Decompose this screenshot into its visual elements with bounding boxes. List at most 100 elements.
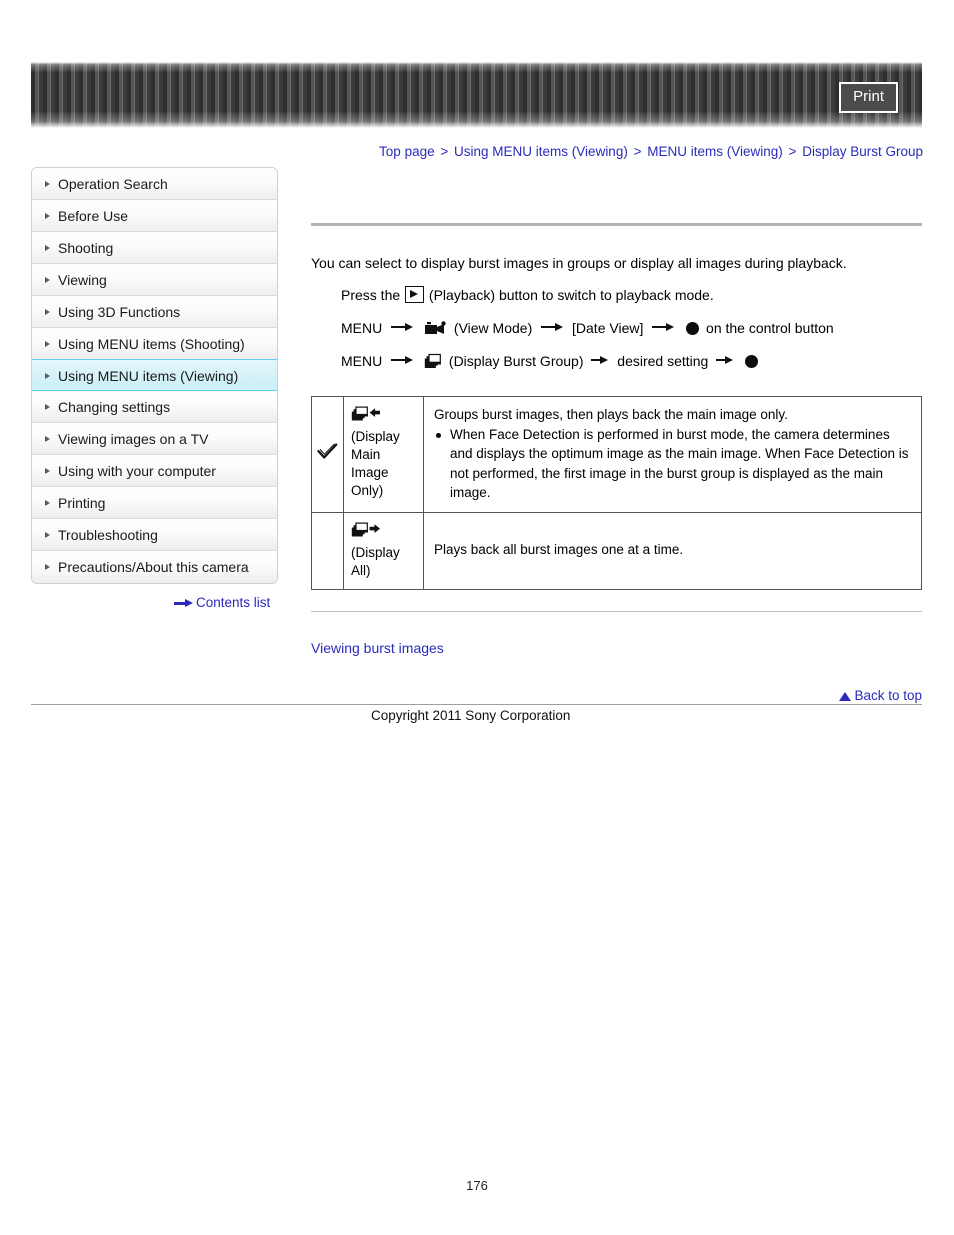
checkmark-icon bbox=[317, 443, 338, 460]
sidebar-item-using-menu-items-viewing[interactable]: Using MENU items (Viewing) bbox=[32, 359, 277, 391]
related-link-viewing-burst-images[interactable]: Viewing burst images bbox=[311, 638, 444, 658]
default-setting-cell bbox=[311, 396, 344, 513]
display-all-icon bbox=[351, 521, 418, 540]
intro-paragraph: You can select to display burst images i… bbox=[311, 255, 847, 271]
breadcrumb-separator: > bbox=[633, 144, 642, 159]
sidebar-item-label: Precautions/About this camera bbox=[58, 559, 249, 575]
control-button-text: on the control button bbox=[706, 320, 834, 336]
sidebar-item-using-with-your-computer[interactable]: Using with your computer bbox=[32, 455, 277, 487]
step-view-mode: MENU (View Mode) [Date View] on the cont… bbox=[341, 317, 922, 339]
sidebar-item-label: Shooting bbox=[58, 240, 114, 256]
triangle-up-icon bbox=[839, 692, 852, 701]
step1-prefix-text: Press the bbox=[341, 287, 401, 303]
sidebar-item-label: Using with your computer bbox=[58, 463, 216, 479]
sidebar-item-label: Before Use bbox=[58, 208, 129, 224]
triangle-bullet-icon bbox=[45, 564, 50, 570]
playback-icon bbox=[405, 286, 425, 303]
date-view-label: [Date View] bbox=[572, 320, 644, 336]
header-stripe-pattern bbox=[31, 62, 922, 128]
arrow-right-icon bbox=[716, 355, 734, 364]
display-main-image-only-icon bbox=[351, 405, 418, 424]
menu-label: MENU bbox=[341, 353, 383, 369]
sidebar-item-label: Operation Search bbox=[58, 176, 168, 192]
setting-notes-list: When Face Detection is performed in burs… bbox=[434, 425, 911, 503]
sidebar-item-viewing[interactable]: Viewing bbox=[32, 264, 277, 296]
sidebar-item-changing-settings[interactable]: Changing settings bbox=[32, 391, 277, 423]
sidebar-item-label: Using MENU items (Viewing) bbox=[58, 368, 239, 384]
display-burst-group-label: (Display Burst Group) bbox=[448, 353, 584, 369]
main-content: You can select to display burst images i… bbox=[311, 223, 922, 590]
setting-label: (Display All) bbox=[351, 544, 400, 578]
setting-description-cell: Plays back all burst images one at a tim… bbox=[423, 511, 922, 590]
triangle-bullet-icon bbox=[45, 436, 50, 442]
sidebar-item-label: Viewing images on a TV bbox=[58, 431, 209, 447]
content-bottom-divider bbox=[311, 611, 922, 612]
triangle-bullet-icon bbox=[45, 245, 50, 251]
sidebar-item-printing[interactable]: Printing bbox=[32, 487, 277, 519]
triangle-bullet-icon bbox=[45, 373, 50, 379]
breadcrumb: Top page > Using MENU items (Viewing) > … bbox=[357, 143, 923, 161]
arrow-right-icon bbox=[652, 322, 675, 331]
contents-list-label: Contents list bbox=[196, 595, 271, 610]
content-top-divider bbox=[311, 223, 922, 226]
copyright-text: Copyright 2011 Sony Corporation bbox=[371, 708, 571, 723]
triangle-bullet-icon bbox=[45, 309, 50, 315]
sidebar-item-shooting[interactable]: Shooting bbox=[32, 232, 277, 264]
sidebar-item-troubleshooting[interactable]: Troubleshooting bbox=[32, 519, 277, 551]
sidebar-item-viewing-images-on-a-tv[interactable]: Viewing images on a TV bbox=[32, 423, 277, 455]
breadcrumb-item-using-menu-items-viewing[interactable]: Using MENU items (Viewing) bbox=[454, 144, 628, 159]
sidebar-item-label: Printing bbox=[58, 495, 106, 511]
sidebar-item-precautions-about-this-camera[interactable]: Precautions/About this camera bbox=[32, 551, 277, 583]
sidebar-item-before-use[interactable]: Before Use bbox=[32, 200, 277, 232]
header-banner: Print bbox=[31, 62, 922, 128]
arrow-right-icon bbox=[174, 599, 193, 608]
setting-description: Plays back all burst images one at a tim… bbox=[434, 542, 684, 558]
step-display-burst-group: MENU (Display Burst Group) desired setti… bbox=[341, 350, 922, 372]
center-button-icon bbox=[686, 322, 700, 335]
triangle-bullet-icon bbox=[45, 532, 50, 538]
step1-suffix-text: (Playback) button to switch to playback … bbox=[428, 287, 714, 303]
sidebar-item-label: Viewing bbox=[58, 272, 107, 288]
triangle-bullet-icon bbox=[45, 500, 50, 506]
default-setting-cell bbox=[311, 511, 344, 590]
page-number: 176 bbox=[466, 1178, 488, 1193]
setting-label-cell: (Display All) bbox=[343, 511, 424, 590]
list-item: When Face Detection is performed in burs… bbox=[434, 425, 911, 503]
menu-label: MENU bbox=[341, 320, 383, 336]
sidebar-item-label: Troubleshooting bbox=[58, 527, 158, 543]
breadcrumb-item-display-burst-group[interactable]: Display Burst Group bbox=[802, 144, 923, 159]
setting-description-cell: Groups burst images, then plays back the… bbox=[423, 396, 922, 513]
setting-description: Groups burst images, then plays back the… bbox=[434, 407, 788, 422]
breadcrumb-item-menu-items-viewing[interactable]: MENU items (Viewing) bbox=[647, 144, 783, 159]
sidebar-item-label: Using 3D Functions bbox=[58, 304, 181, 320]
arrow-right-icon bbox=[391, 322, 414, 331]
setting-label-cell: (Display Main Image Only) bbox=[343, 396, 424, 513]
sidebar-item-operation-search[interactable]: Operation Search bbox=[32, 168, 277, 200]
table-row: (Display Main Image Only) Groups burst i… bbox=[311, 396, 922, 513]
back-to-top-link[interactable]: Back to top bbox=[839, 687, 922, 705]
triangle-bullet-icon bbox=[45, 468, 50, 474]
triangle-bullet-icon bbox=[45, 181, 50, 187]
arrow-right-icon bbox=[391, 355, 414, 364]
breadcrumb-separator: > bbox=[788, 144, 797, 159]
breadcrumb-item-top-page[interactable]: Top page bbox=[379, 144, 435, 159]
setting-label: (Display Main Image Only) bbox=[351, 429, 400, 498]
desired-setting-text: desired setting bbox=[617, 353, 709, 369]
display-burst-group-icon bbox=[424, 353, 443, 370]
back-to-top-label: Back to top bbox=[854, 688, 922, 703]
breadcrumb-separator: > bbox=[440, 144, 449, 159]
step-playback-button: Press the (Playback) button to switch to… bbox=[341, 284, 922, 306]
sidebar-item-using-3d-functions[interactable]: Using 3D Functions bbox=[32, 296, 277, 328]
print-button[interactable]: Print bbox=[839, 82, 898, 113]
contents-list-link[interactable]: Contents list bbox=[174, 594, 270, 612]
settings-table: (Display Main Image Only) Groups burst i… bbox=[311, 396, 922, 590]
footer-divider bbox=[31, 704, 922, 705]
table-row: (Display All) Plays back all burst image… bbox=[311, 511, 922, 590]
triangle-bullet-icon bbox=[45, 213, 50, 219]
view-mode-icon bbox=[424, 321, 448, 337]
sidebar-item-using-menu-items-shooting[interactable]: Using MENU items (Shooting) bbox=[32, 328, 277, 360]
arrow-right-icon bbox=[541, 322, 564, 331]
triangle-bullet-icon bbox=[45, 404, 50, 410]
sidebar-item-label: Using MENU items (Shooting) bbox=[58, 336, 245, 352]
view-mode-label: (View Mode) bbox=[453, 320, 533, 336]
